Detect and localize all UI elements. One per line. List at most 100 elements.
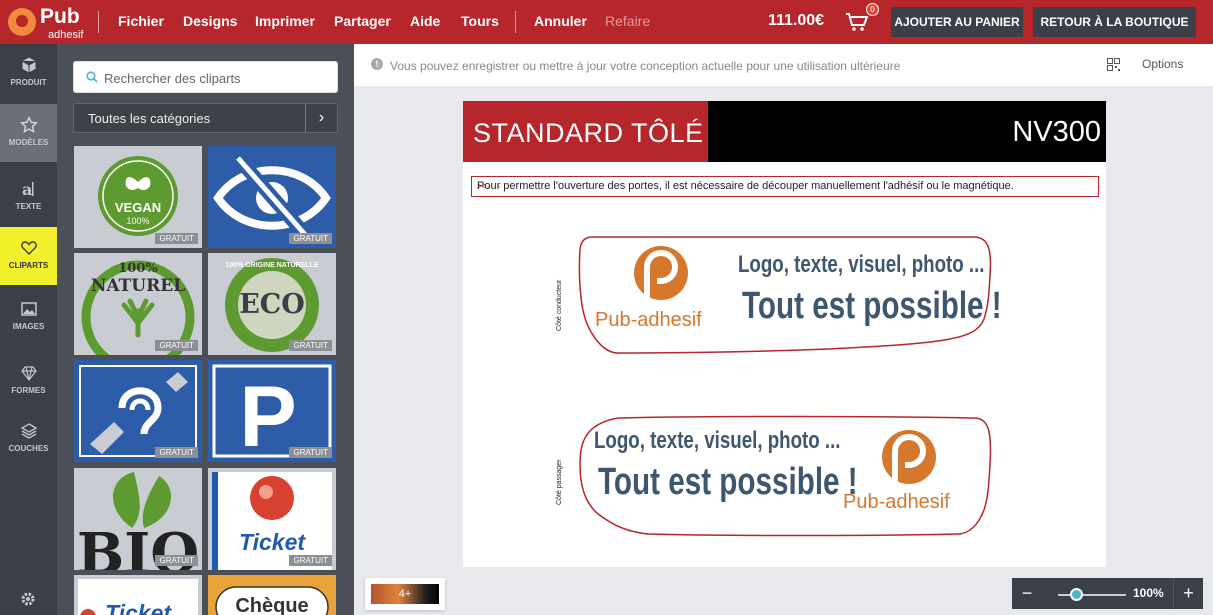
logo-subtext: adhesif	[48, 29, 84, 41]
clipart-text: Chèque	[235, 595, 308, 615]
menu-tours[interactable]: Tours	[461, 13, 499, 29]
brand-logo[interactable]: Pub adhesif	[8, 4, 88, 41]
tool-rail: PRODUIT MODÈLES a TEXTE CLIPARTS IMAGES …	[0, 44, 57, 615]
clipart-text: P	[239, 369, 296, 462]
clipart-tile-bio[interactable]: BIO GRATUIT	[74, 468, 202, 570]
chevron-right-icon[interactable]: ›	[305, 104, 337, 132]
qr-code-icon[interactable]	[1107, 58, 1120, 71]
free-badge: GRATUIT	[289, 447, 332, 458]
rail-label: IMAGES	[12, 322, 45, 331]
clipart-tile-ticket-2[interactable]: Ticket	[74, 575, 202, 615]
rail-produit[interactable]: PRODUIT	[0, 44, 57, 102]
zoom-slider-handle[interactable]	[1070, 588, 1083, 601]
header-right-block: NV300	[708, 101, 1106, 162]
clipart-tile-eye[interactable]: GRATUIT	[208, 146, 336, 248]
options-button[interactable]: Options	[1142, 57, 1183, 71]
rail-images[interactable]: IMAGES	[0, 288, 57, 346]
diamond-icon	[20, 366, 37, 381]
header-left-block: STANDARD TÔLÉ	[463, 101, 708, 162]
clipart-tile-ticket[interactable]: Ticket GRATUIT	[208, 468, 336, 570]
cart-count-badge: 0	[866, 3, 879, 16]
svg-text:a: a	[22, 180, 32, 198]
free-badge: GRATUIT	[155, 233, 198, 244]
save-hint-message: Vous pouvez enregistrer ou mettre à jour…	[390, 59, 901, 73]
heart-icon	[20, 241, 37, 256]
info-bar: ! Vous pouvez enregistrer ou mettre à jo…	[354, 44, 1213, 86]
sticker-line1: Logo, texte, visuel, photo ...	[738, 251, 985, 278]
free-badge: GRATUIT	[289, 233, 332, 244]
design-canvas[interactable]: STANDARD TÔLÉ NV300 Pour permettre l'ouv…	[463, 101, 1106, 567]
clipart-tile-naturel[interactable]: 100% NATUREL GRATUIT	[74, 253, 202, 355]
rail-formes[interactable]: FORMES	[0, 352, 57, 410]
rail-label: CLIPARTS	[8, 261, 49, 270]
category-select[interactable]: Toutes les catégories ›	[73, 103, 338, 133]
zoom-slider-track[interactable]	[1058, 594, 1126, 596]
sticker-line1: Logo, texte, visuel, photo ...	[594, 427, 841, 454]
sticker-line2: Tout est possible !	[598, 461, 858, 503]
free-badge: GRATUIT	[155, 555, 198, 566]
zoom-out-button[interactable]: −	[1012, 578, 1042, 609]
search-icon	[86, 71, 98, 83]
clipart-text: Ticket	[105, 600, 172, 615]
settings-gear-icon[interactable]	[19, 590, 37, 608]
layers-icon	[20, 423, 37, 439]
free-badge: GRATUIT	[155, 340, 198, 351]
cut-notice: Pour permettre l'ouverture des portes, i…	[471, 176, 1099, 197]
ticket-clipart: Ticket	[78, 579, 198, 615]
menu-imprimer[interactable]: Imprimer	[255, 13, 315, 29]
menu-designs[interactable]: Designs	[183, 13, 237, 29]
rail-cliparts[interactable]: CLIPARTS	[0, 227, 57, 285]
back-to-shop-button[interactable]: RETOUR À LA BOUTIQUE	[1033, 7, 1196, 37]
rail-label: TEXTE	[15, 202, 42, 211]
rail-label: MODÈLES	[8, 138, 49, 147]
clipart-search-box[interactable]	[73, 61, 338, 93]
menu-fichier[interactable]: Fichier	[118, 13, 164, 29]
sticker-line2: Tout est possible !	[742, 285, 1002, 327]
clipart-search-input[interactable]	[104, 69, 324, 87]
menu-partager[interactable]: Partager	[334, 13, 391, 29]
cart-total: 111.00€	[768, 12, 825, 29]
clipart-tile-deaf[interactable]: GRATUIT	[74, 360, 202, 462]
page-thumbnail[interactable]: 4+	[371, 584, 439, 604]
rail-texte[interactable]: a TEXTE	[0, 168, 57, 226]
clipart-tile-parking[interactable]: P GRATUIT	[208, 360, 336, 462]
rail-label: COUCHES	[8, 444, 49, 453]
rail-label: PRODUIT	[10, 78, 47, 87]
zoom-level: 100%	[1133, 586, 1164, 600]
rail-couches[interactable]: COUCHES	[0, 410, 57, 468]
zoom-in-button[interactable]: +	[1173, 578, 1203, 609]
image-icon	[20, 302, 37, 316]
sticker-brand-text: Pub-adhesif	[595, 309, 702, 331]
top-bar: Pub adhesif Fichier Designs Imprimer Par…	[0, 0, 1213, 44]
free-badge: GRATUIT	[289, 340, 332, 351]
clipart-text: VEGAN	[115, 200, 161, 215]
clipart-text: Ticket	[239, 529, 306, 555]
clipart-text: ECO	[239, 289, 305, 320]
zoom-control: − 100% +	[1012, 578, 1203, 609]
page-thumbnails[interactable]: 4+	[365, 578, 445, 610]
cube-icon	[21, 56, 36, 74]
clipart-tile-cheque[interactable]: Chèque	[208, 575, 336, 615]
sticker-brand-text: Pub-adhesif	[843, 491, 950, 513]
category-label: Toutes les catégories	[88, 111, 211, 126]
redo-button[interactable]: Refaire	[605, 13, 650, 29]
rail-modeles[interactable]: MODÈLES	[0, 104, 57, 162]
divider	[515, 11, 516, 33]
product-title: STANDARD TÔLÉ	[473, 118, 704, 148]
clipart-text: NATUREL	[91, 276, 185, 296]
cart-icon[interactable]	[845, 12, 869, 32]
clipart-subtext: 100%	[118, 261, 158, 276]
star-icon	[19, 116, 38, 133]
free-badge: GRATUIT	[289, 555, 332, 566]
side-label-passenger: Côté passager	[556, 459, 563, 505]
text-icon: a	[22, 180, 33, 198]
pub-adhesif-logo-icon	[634, 246, 688, 300]
clipart-tile-eco[interactable]: ECO 100% ORIGINE NATURELLE GRATUIT	[208, 253, 336, 355]
rail-label: FORMES	[11, 386, 46, 395]
clipart-tile-vegan[interactable]: VEGAN 100% GRATUIT	[74, 146, 202, 248]
logo-text: Pub	[40, 5, 80, 28]
add-to-cart-button[interactable]: AJOUTER AU PANIER	[891, 7, 1023, 37]
undo-button[interactable]: Annuler	[534, 13, 587, 29]
menu-aide[interactable]: Aide	[410, 13, 440, 29]
clipart-subtext: 100%	[126, 216, 149, 226]
